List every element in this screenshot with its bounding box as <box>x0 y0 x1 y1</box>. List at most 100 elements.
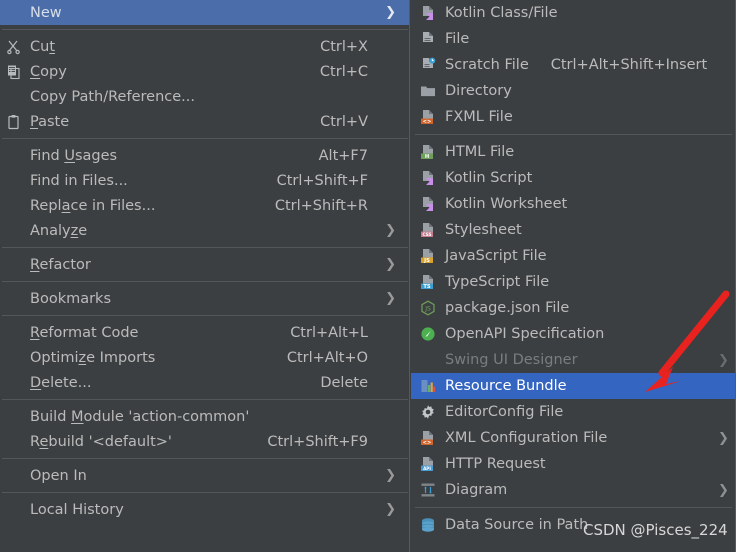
menu-item-new[interactable]: New ❯ <box>0 0 410 25</box>
chevron-right-icon: ❯ <box>385 468 396 483</box>
submenu-separator <box>415 507 732 508</box>
svg-text:TS: TS <box>423 284 431 290</box>
svg-text:JS: JS <box>423 258 430 264</box>
menu-item-shortcut: Ctrl+Alt+L <box>290 324 368 341</box>
submenu-item-kotlin-class-file[interactable]: Kotlin Class/File <box>411 0 736 26</box>
submenu-item-resource-bundle[interactable]: Resource Bundle <box>411 373 736 399</box>
submenu-item-directory[interactable]: Directory <box>411 78 736 104</box>
chevron-right-icon: ❯ <box>718 430 729 446</box>
submenu-separator <box>415 134 732 135</box>
menu-item-label: Refactor <box>30 256 91 273</box>
submenu-item-label: Resource Bundle <box>445 378 567 394</box>
menu-separator <box>2 247 408 248</box>
menu-separator <box>2 315 408 316</box>
submenu-item-label: Kotlin Script <box>445 170 533 186</box>
submenu-item-label: JavaScript File <box>445 248 547 264</box>
menu-item-icon-placeholder <box>6 257 28 273</box>
submenu-item-kotlin-worksheet[interactable]: Kotlin Worksheet <box>411 191 736 217</box>
menu-item-shortcut: Ctrl+Shift+R <box>274 197 368 214</box>
submenu-item-typescript-file[interactable]: TS TypeScript File <box>411 269 736 295</box>
menu-item-reformat-code[interactable]: Reformat Code Ctrl+Alt+L <box>0 320 410 345</box>
submenu-item-label: Swing UI Designer <box>445 352 578 368</box>
openapi-icon <box>419 325 437 343</box>
menu-item-refactor[interactable]: Refactor ❯ <box>0 252 410 277</box>
new-submenu: Kotlin Class/File File Scratch File Ctrl+Al… <box>411 0 736 552</box>
submenu-item-label: XML Configuration File <box>445 430 608 446</box>
scratch-file-icon <box>419 56 437 74</box>
menu-item-label: Rebuild '<default>' <box>30 433 172 450</box>
menu-item-icon-placeholder <box>6 468 28 484</box>
menu-item-replace-in-files[interactable]: Replace in Files... Ctrl+Shift+R <box>0 193 410 218</box>
submenu-item-file[interactable]: File <box>411 26 736 52</box>
menu-separator <box>2 458 408 459</box>
menu-item-local-history[interactable]: Local History ❯ <box>0 497 410 522</box>
menu-item-shortcut: Ctrl+X <box>320 38 368 55</box>
submenu-item-data-source-in-path[interactable]: Data Source in Path <box>411 512 736 538</box>
menu-item-icon-placeholder <box>6 89 28 105</box>
svg-text:H: H <box>425 154 429 160</box>
submenu-item-scratch-file[interactable]: Scratch File Ctrl+Alt+Shift+Insert <box>411 52 736 78</box>
submenu-item-kotlin-script[interactable]: Kotlin Script <box>411 165 736 191</box>
menu-item-copy-path-reference[interactable]: Copy Path/Reference... <box>0 84 410 109</box>
submenu-item-javascript-file[interactable]: JS JavaScript File <box>411 243 736 269</box>
menu-item-optimize-imports[interactable]: Optimize Imports Ctrl+Alt+O <box>0 345 410 370</box>
menu-item-cut[interactable]: Cut Ctrl+X <box>0 34 410 59</box>
submenu-item-shortcut: Ctrl+Alt+Shift+Insert <box>550 57 708 73</box>
menu-item-label: Reformat Code <box>30 324 139 341</box>
submenu-item-label: File <box>445 31 470 47</box>
js-file-icon: JS <box>419 247 437 265</box>
menu-item-delete[interactable]: Delete... Delete <box>0 370 410 395</box>
svg-text:JS: JS <box>424 306 431 313</box>
xml-file-icon: <> <box>419 429 437 447</box>
submenu-item-label: HTTP Request <box>445 456 546 472</box>
submenu-item-xml-configuration-file[interactable]: <> XML Configuration File ❯ <box>411 425 736 451</box>
submenu-item-label: Directory <box>445 83 512 99</box>
data-source-icon <box>419 516 437 534</box>
submenu-item-label: Kotlin Worksheet <box>445 196 568 212</box>
submenu-item-openapi-specification[interactable]: OpenAPI Specification <box>411 321 736 347</box>
menu-item-shortcut: Ctrl+V <box>320 113 368 130</box>
ts-file-icon: TS <box>419 273 437 291</box>
css-file-icon: CSS <box>419 221 437 239</box>
menu-item-open-in[interactable]: Open In ❯ <box>0 463 410 488</box>
submenu-item-label: TypeScript File <box>445 274 550 290</box>
menu-item-icon-placeholder <box>6 409 28 425</box>
menu-separator <box>2 281 408 282</box>
submenu-item-package-json-file[interactable]: JS package.json File <box>411 295 736 321</box>
submenu-item-fxml-file[interactable]: <> FXML File <box>411 104 736 130</box>
submenu-item-editorconfig-file[interactable]: EditorConfig File <box>411 399 736 425</box>
submenu-item-html-file[interactable]: H HTML File <box>411 139 736 165</box>
menu-item-icon-placeholder <box>6 502 28 518</box>
kotlin-script-icon <box>419 169 437 187</box>
chevron-right-icon: ❯ <box>385 223 396 238</box>
chevron-right-icon: ❯ <box>718 352 729 368</box>
submenu-item-diagram[interactable]: Diagram ❯ <box>411 477 736 503</box>
chevron-right-icon: ❯ <box>385 291 396 306</box>
menu-item-copy[interactable]: Copy Ctrl+C <box>0 59 410 84</box>
menu-item-rebuild-default[interactable]: Rebuild '<default>' Ctrl+Shift+F9 <box>0 429 410 454</box>
menu-item-analyze[interactable]: Analyze ❯ <box>0 218 410 243</box>
menu-item-paste[interactable]: Paste Ctrl+V <box>0 109 410 134</box>
menu-item-bookmarks[interactable]: Bookmarks ❯ <box>0 286 410 311</box>
menu-item-find-in-files[interactable]: Find in Files... Ctrl+Shift+F <box>0 168 410 193</box>
chevron-right-icon: ❯ <box>385 5 396 20</box>
submenu-item-label: FXML File <box>445 109 513 125</box>
submenu-item-stylesheet[interactable]: CSS Stylesheet <box>411 217 736 243</box>
menu-item-shortcut: Ctrl+Shift+F <box>276 172 368 189</box>
fxml-file-icon: <> <box>419 108 437 126</box>
menu-separator <box>2 29 408 30</box>
file-icon <box>419 30 437 48</box>
menu-item-icon-placeholder <box>6 198 28 214</box>
chevron-right-icon: ❯ <box>385 257 396 272</box>
menu-item-shortcut: Alt+F7 <box>318 147 368 164</box>
menu-item-icon-placeholder <box>6 434 28 450</box>
menu-item-find-usages[interactable]: Find Usages Alt+F7 <box>0 143 410 168</box>
menu-item-label: Delete... <box>30 374 92 391</box>
cut-icon <box>6 39 28 55</box>
submenu-item-label: HTML File <box>445 144 515 160</box>
menu-item-label: Cut <box>30 38 56 55</box>
menu-item-build-module-action-common[interactable]: Build Module 'action-common' <box>0 404 410 429</box>
menu-item-label: Replace in Files... <box>30 197 156 214</box>
submenu-item-http-request[interactable]: API HTTP Request <box>411 451 736 477</box>
submenu-item-label: Scratch File <box>445 57 529 73</box>
